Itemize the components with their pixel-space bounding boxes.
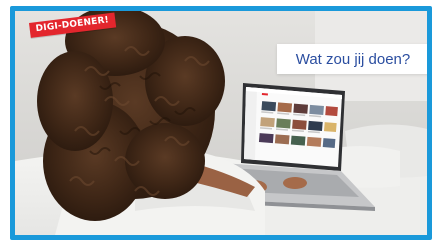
- question-label: Wat zou jij doen?: [277, 44, 427, 74]
- image-frame: DIGI-DOENER! Wat zou jij doen?: [10, 6, 432, 240]
- content-card: DIGI-DOENER! Wat zou jij doen?: [0, 0, 436, 242]
